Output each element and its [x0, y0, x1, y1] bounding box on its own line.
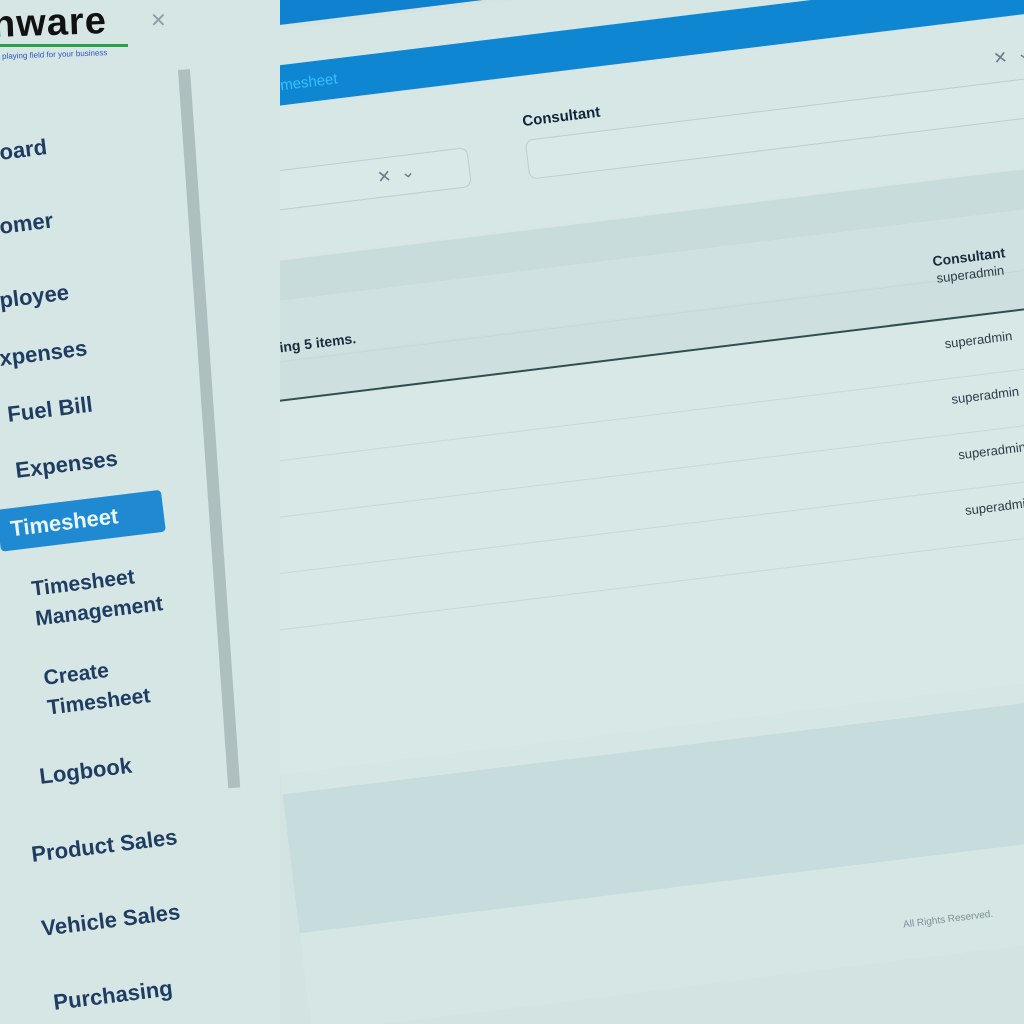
sidebar-item-timesheet-management[interactable]: Timesheet Management: [30, 557, 186, 635]
sidebar-item-fuel-bill[interactable]: Fuel Bill: [6, 392, 94, 428]
sidebar: nware playing field for your business ✕ …: [0, 0, 280, 1024]
sidebar-item-timesheet[interactable]: Timesheet: [0, 489, 167, 552]
sidebar-item-create-timesheet[interactable]: Create Timesheet: [42, 649, 168, 723]
sidebar-item-vehicle-sales[interactable]: Vehicle Sales: [40, 899, 182, 942]
brand-logo: nware: [0, 0, 108, 46]
main-panel: Manage Timesheet ✕ ⌄ Consultant ✕ ⌄ Show…: [167, 0, 1024, 1024]
sidebar-item-sub-expenses[interactable]: Expenses: [14, 445, 119, 483]
sidebar-item-product-sales[interactable]: Product Sales: [30, 824, 179, 868]
brand-tagline: playing field for your business: [1, 48, 108, 61]
logo-underline: [0, 44, 128, 47]
sidebar-item-employee[interactable]: ployee: [0, 280, 70, 314]
clear-icon[interactable]: ✕: [376, 167, 393, 189]
close-icon[interactable]: ✕: [150, 8, 167, 33]
sidebar-item-customer[interactable]: omer: [0, 207, 55, 239]
sidebar-scrollbar[interactable]: [178, 69, 241, 789]
clear-icon[interactable]: ✕: [992, 48, 1009, 70]
sidebar-item-purchasing[interactable]: Purchasing: [52, 975, 174, 1015]
cell-consultant: superadmin: [950, 383, 1020, 407]
app-window: Manage Timesheet ✕ ⌄ Consultant ✕ ⌄ Show…: [0, 0, 1024, 1024]
chevron-down-icon[interactable]: ⌄: [400, 162, 417, 184]
cell-consultant: superadmin: [964, 494, 1024, 518]
sidebar-item-expenses[interactable]: xpenses: [0, 335, 89, 372]
footer-text: All Rights Reserved.: [902, 908, 994, 931]
chevron-down-icon[interactable]: ⌄: [1016, 43, 1024, 65]
sidebar-item-logbook[interactable]: Logbook: [38, 753, 133, 790]
cell-consultant: superadmin: [943, 328, 1013, 352]
cell-consultant: superadmin: [957, 439, 1024, 463]
consultant-filter-label: Consultant: [521, 103, 602, 131]
sidebar-item-dashboard[interactable]: oard: [0, 134, 49, 166]
consultant-select[interactable]: ✕ ⌄: [524, 43, 1024, 180]
